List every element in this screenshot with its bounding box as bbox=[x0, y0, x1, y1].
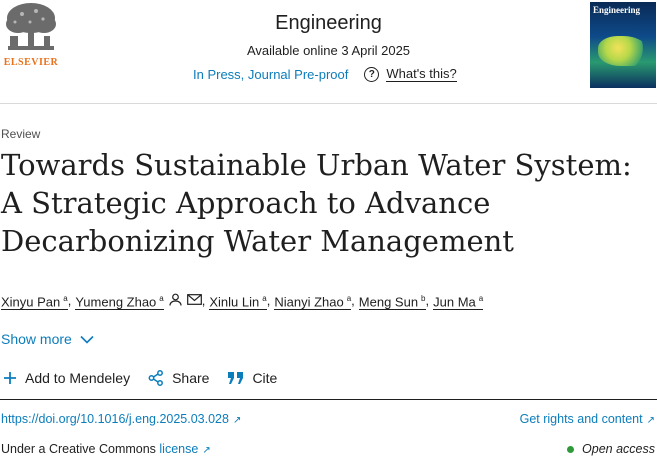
license-link[interactable]: license ↗ bbox=[159, 442, 210, 456]
cite-button[interactable]: Cite bbox=[227, 370, 277, 386]
article-type: Review bbox=[1, 127, 41, 141]
open-access-label: Open access bbox=[582, 442, 655, 456]
share-button[interactable]: Share bbox=[148, 370, 209, 386]
author-link[interactable]: Yumeng Zhao a bbox=[75, 291, 164, 311]
share-label: Share bbox=[172, 370, 210, 386]
publisher-name: ELSEVIER bbox=[3, 57, 59, 68]
author-list: Xinyu Pan a, Yumeng Zhao a , Xinlu Lin a, N… bbox=[1, 291, 484, 311]
open-access-dot-icon bbox=[567, 445, 575, 453]
author-link[interactable]: Xinlu Lin a bbox=[209, 291, 267, 311]
article-status-row: In Press, Journal Pre-proof ? What's thi… bbox=[193, 65, 457, 83]
corresponding-author-icon bbox=[169, 293, 182, 309]
external-link-icon: ↗ bbox=[646, 415, 655, 426]
license-prefix: Under a Creative Commons bbox=[1, 442, 156, 456]
chevron-down-icon bbox=[80, 335, 94, 344]
journal-title[interactable]: Engineering bbox=[0, 12, 657, 35]
author-link[interactable]: Xinyu Pan a bbox=[1, 291, 68, 311]
whats-this-link[interactable]: What's this? bbox=[386, 66, 457, 82]
cite-label: Cite bbox=[252, 370, 278, 386]
journal-cover-image[interactable]: Engineering bbox=[590, 2, 656, 88]
article-status-link[interactable]: In Press, Journal Pre-proof bbox=[193, 67, 348, 82]
cover-map-graphic bbox=[598, 36, 648, 66]
question-circle-icon[interactable]: ? bbox=[364, 66, 380, 82]
cover-journal-title: Engineering bbox=[593, 5, 641, 15]
license-statement: Under a Creative Commons license ↗ bbox=[1, 442, 211, 456]
share-icon bbox=[148, 370, 164, 386]
article-actions: Add to Mendeley Share Cite bbox=[3, 370, 295, 386]
add-to-mendeley-button[interactable]: Add to Mendeley bbox=[3, 370, 130, 386]
quote-icon bbox=[228, 372, 244, 384]
external-link-icon: ↗ bbox=[232, 415, 242, 426]
article-title: Towards Sustainable Urban Water System: … bbox=[1, 148, 632, 258]
divider bbox=[0, 399, 657, 400]
available-online-date: Available online 3 April 2025 bbox=[246, 43, 411, 58]
author-link[interactable]: Meng Sun b bbox=[358, 291, 426, 311]
author-link[interactable]: Jun Ma a bbox=[433, 291, 484, 311]
open-access-badge: Open access bbox=[567, 442, 655, 456]
doi-link[interactable]: https://doi.org/10.1016/j.eng.2025.03.02… bbox=[1, 412, 241, 426]
add-to-mendeley-label: Add to Mendeley bbox=[25, 370, 131, 386]
plus-icon bbox=[4, 372, 16, 384]
external-link-icon: ↗ bbox=[202, 445, 211, 456]
show-more-label: Show more bbox=[1, 331, 72, 347]
show-more-button[interactable]: Show more bbox=[1, 331, 94, 347]
get-rights-link[interactable]: Get rights and content ↗ bbox=[520, 412, 655, 426]
email-icon[interactable] bbox=[186, 293, 202, 308]
author-link[interactable]: Nianyi Zhao a bbox=[274, 291, 352, 311]
page-header: ELSEVIER Engineering Available online 3 … bbox=[0, 0, 657, 104]
